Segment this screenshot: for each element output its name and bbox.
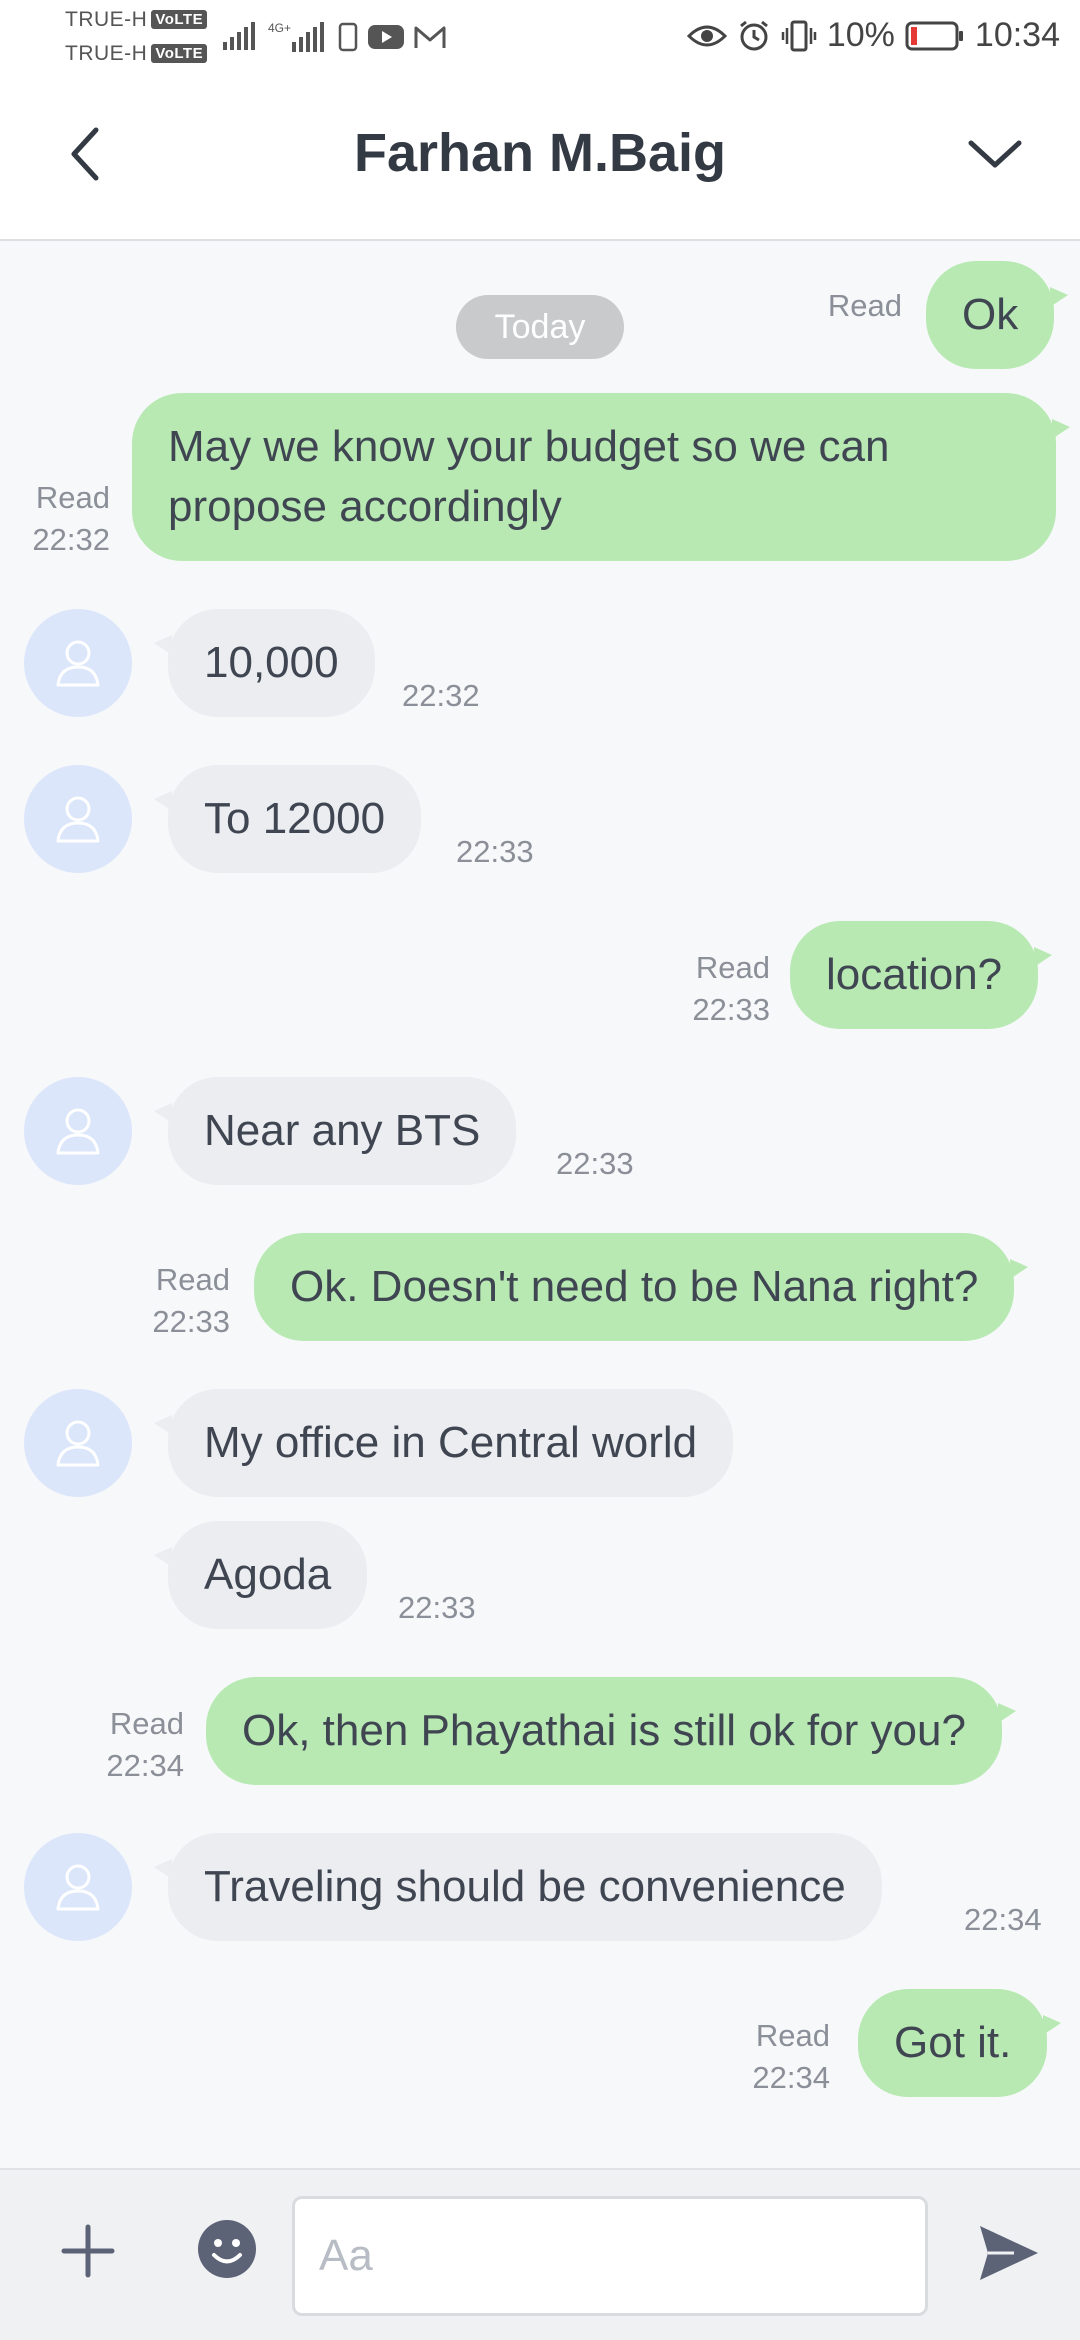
message-time: 22:34 [964,1902,1042,1937]
message-bubble-incoming[interactable]: Traveling should be convenience [154,1833,882,1941]
status-icons-right: 10% 10:34 [686,16,1060,55]
read-receipt: Read 22:32 [32,480,110,557]
phone-icon [338,22,358,52]
message-bubble-outgoing[interactable]: Got it. [858,1989,1062,2097]
vibrate-icon [781,20,817,51]
message-input[interactable] [292,2196,928,2316]
avatar[interactable] [24,1833,132,1941]
read-receipt: Read 22:33 [152,1262,230,1339]
battery-icon [905,21,963,50]
read-receipt: Read [827,288,902,323]
read-receipt: Read 22:34 [106,1706,184,1783]
message-bubble-incoming[interactable]: To 12000 [153,765,422,873]
message-time: 22:33 [456,834,534,869]
page-title: Farhan M.Baig [353,123,727,183]
message-bubble-outgoing[interactable]: Ok [926,261,1069,369]
alarm-icon [739,20,768,50]
avatar[interactable] [24,765,132,873]
message-bubble-incoming[interactable]: Agoda [153,1521,368,1629]
user-icon [56,640,100,687]
plus-icon [61,2224,115,2278]
status-bar: TRUE-H VoLTE TRUE-H VoLTE 4G+ 10% 10:34 [0,0,1080,78]
read-receipt: Read 22:33 [692,950,770,1027]
message-time: 22:32 [402,678,480,713]
mail-icon [414,26,446,48]
clock: 10:34 [974,16,1060,54]
avatar[interactable] [24,1389,132,1497]
emoji-icon [198,2220,256,2278]
svg-text:4G+: 4G+ [268,21,291,35]
message-bubble-outgoing[interactable]: May we know your budget so we can propos… [132,393,1070,561]
message-time: 22:33 [556,1146,634,1181]
send-button[interactable] [974,2218,1044,2288]
youtube-icon [368,25,404,49]
avatar[interactable] [24,1077,132,1185]
user-icon [56,796,100,843]
eye-icon [686,25,727,46]
carrier-2: TRUE-H VoLTE [65,42,208,66]
battery-percent: 10% [826,16,895,54]
compose-bar [0,2168,1080,2340]
emoji-button[interactable] [196,2218,258,2280]
message-bubble-outgoing[interactable]: Ok. Doesn't need to be Nana right? [254,1233,1029,1341]
chat-header: Farhan M.Baig [0,78,1080,241]
send-icon [980,2226,1038,2280]
add-attachment-button[interactable] [55,2218,121,2284]
message-bubble-outgoing[interactable]: Ok, then Phayathai is still ok for you? [206,1677,1016,1785]
chevron-down-icon [968,140,1022,168]
avatar[interactable] [24,609,132,717]
carrier-1: TRUE-H VoLTE [65,8,208,32]
message-bubble-incoming[interactable]: 10,000 [154,609,375,717]
message-bubble-incoming[interactable]: My office in Central world [153,1389,734,1497]
read-receipt: Read 22:34 [752,2018,830,2095]
message-bubble-incoming[interactable]: Near any BTS [153,1077,517,1185]
signal-icon [223,22,255,50]
user-icon [56,1108,100,1155]
status-icons-left: 4G+ [222,20,446,54]
date-divider: Today [456,295,624,359]
message-time: 22:33 [398,1590,476,1625]
user-icon [56,1864,100,1911]
message-bubble-outgoing[interactable]: location? [790,921,1053,1029]
signal-4g-icon: 4G+ [268,21,324,52]
expand-button[interactable] [960,124,1030,184]
user-icon [56,1420,100,1467]
message-list[interactable]: Today Read Ok Read 22:32 May we know your… [0,243,1080,2168]
